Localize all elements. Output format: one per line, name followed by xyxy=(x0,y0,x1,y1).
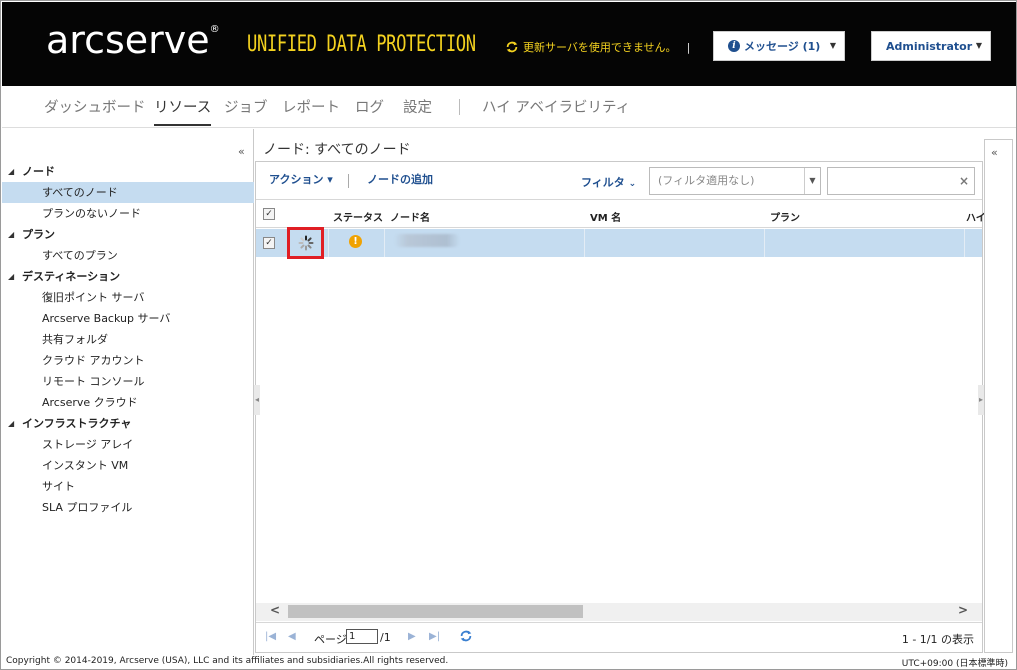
tree-item-sla-profile[interactable]: SLA プロファイル xyxy=(2,497,254,518)
tab-logs[interactable]: ログ xyxy=(355,96,384,126)
tab-resources[interactable]: リソース xyxy=(154,96,212,126)
add-node-button[interactable]: ノードの追加 xyxy=(367,171,433,187)
tree-item-all-plans[interactable]: すべてのプラン xyxy=(2,245,254,266)
column-status[interactable]: ステータス xyxy=(333,209,383,224)
expand-triangle-icon: ◢ xyxy=(8,419,15,428)
row-checkbox[interactable]: ✓ xyxy=(263,237,275,249)
page-total: /1 xyxy=(380,631,391,644)
collapse-left-icon[interactable]: « xyxy=(238,145,245,158)
page-info: 1 - 1/1 の表示 xyxy=(901,633,974,646)
tab-high-availability[interactable]: ハイ アベイラビリティ xyxy=(482,96,630,126)
copyright-text: Copyright © 2014-2019, Arcserve (USA), L… xyxy=(6,656,449,666)
main-nav: ダッシュボード リソース ジョブ レポート ログ 設定 ハイ アベイラビリティ xyxy=(2,86,1016,128)
tab-settings[interactable]: 設定 xyxy=(403,96,432,126)
filter-select-value: (フィルタ適用なし) xyxy=(658,174,755,187)
admin-label: Administrator xyxy=(886,39,973,53)
sync-icon xyxy=(506,41,518,53)
scroll-right-icon[interactable]: > xyxy=(958,603,968,617)
tree-item-shared-folder[interactable]: 共有フォルダ xyxy=(2,329,254,350)
grid-header: ✓ ステータス ノード名 VM 名 プラン ハイ xyxy=(256,201,986,228)
tree-group-destinations[interactable]: ◢ デスティネーション xyxy=(2,266,254,287)
timezone-text: UTC+09:00 (日本標準時) xyxy=(901,659,1008,669)
chevron-down-icon[interactable]: ▼ xyxy=(804,168,820,194)
next-page-icon[interactable]: ▶ xyxy=(408,631,416,642)
info-icon: i xyxy=(728,40,740,52)
search-input[interactable]: × xyxy=(827,167,975,195)
horizontal-scrollbar[interactable]: < > xyxy=(256,603,982,621)
product-title: UNIFIED DATA PROTECTION xyxy=(247,32,476,57)
grid-toolbar: アクション ▾ ノードの追加 フィルタ ⌄ (フィルタ適用なし) ▼ × xyxy=(256,162,982,200)
filter-button[interactable]: フィルタ ⌄ xyxy=(581,174,636,190)
messages-label: メッセージ (1) xyxy=(744,40,821,53)
scroll-left-icon[interactable]: < xyxy=(270,603,280,617)
prev-page-icon[interactable]: ◀ xyxy=(288,631,296,642)
page-title: ノード: すべてのノード xyxy=(263,142,411,158)
tree-item-arcserve-cloud[interactable]: Arcserve クラウド xyxy=(2,392,254,413)
column-node-name[interactable]: ノード名 xyxy=(390,209,430,224)
page-label: ページ xyxy=(314,633,347,646)
tab-jobs[interactable]: ジョブ xyxy=(224,96,268,126)
header-separator: | xyxy=(686,40,691,54)
toolbar-divider xyxy=(348,174,349,188)
warning-status-icon[interactable]: ! xyxy=(349,235,362,248)
tree-item-cloud-account[interactable]: クラウド アカウント xyxy=(2,350,254,371)
right-collapsed-panel: « xyxy=(984,139,1013,653)
cell-divider xyxy=(964,229,965,257)
tab-reports[interactable]: レポート xyxy=(282,96,340,126)
tree-item-storage-array[interactable]: ストレージ アレイ xyxy=(2,434,254,455)
tree-item-remote-console[interactable]: リモート コンソール xyxy=(2,371,254,392)
redacted-node-name[interactable] xyxy=(394,234,460,247)
refresh-icon[interactable] xyxy=(459,629,473,643)
tree-group-nodes[interactable]: ◢ ノード xyxy=(2,161,254,182)
chevron-double-down-icon: ⌄ xyxy=(628,179,637,189)
tab-dashboard[interactable]: ダッシュボード xyxy=(44,96,146,126)
tree-item-rps[interactable]: 復旧ポイント サーバ xyxy=(2,287,254,308)
first-page-icon[interactable]: |◀ xyxy=(265,631,276,642)
messages-button[interactable]: i メッセージ (1) ▼ xyxy=(713,31,845,61)
cell-divider xyxy=(584,229,585,257)
cell-divider xyxy=(384,229,385,257)
update-status[interactable]: 更新サーバを使用できません。 | xyxy=(505,39,690,55)
loading-spinner-icon xyxy=(298,235,314,251)
table-row[interactable]: ✓ xyxy=(256,229,982,257)
scrollbar-thumb[interactable] xyxy=(288,605,583,618)
tree-item-nodes-without-plan[interactable]: プランのないノード xyxy=(2,203,254,224)
admin-menu-button[interactable]: Administrator ▼ xyxy=(871,31,991,61)
left-panel-handle[interactable]: ◂ xyxy=(254,385,260,415)
tree-group-infrastructure[interactable]: ◢ インフラストラクチャ xyxy=(2,413,254,434)
footer: Copyright © 2014-2019, Arcserve (USA), L… xyxy=(2,655,1016,669)
expand-triangle-icon: ◢ xyxy=(8,167,15,176)
column-plan[interactable]: プラン xyxy=(770,209,800,224)
column-high-availability[interactable]: ハイ xyxy=(966,209,986,224)
highlight-box xyxy=(287,227,324,259)
action-menu-button[interactable]: アクション ▾ xyxy=(269,171,333,187)
resource-tree: ◢ ノード すべてのノード プランのないノード ◢ プラン すべてのプラン ◢ デステ… xyxy=(2,161,254,518)
chevron-down-icon: ▼ xyxy=(829,41,836,50)
column-vm-name[interactable]: VM 名 xyxy=(590,209,621,224)
update-message: 更新サーバを使用できません。 xyxy=(523,41,677,54)
expand-triangle-icon: ◢ xyxy=(8,230,15,239)
node-grid-panel: アクション ▾ ノードの追加 フィルタ ⌄ (フィルタ適用なし) ▼ × ✓ ス… xyxy=(255,161,986,653)
select-all-checkbox[interactable]: ✓ xyxy=(263,208,275,220)
tree-item-site[interactable]: サイト xyxy=(2,476,254,497)
arcserve-logo: arcserve® xyxy=(46,18,220,62)
nav-divider xyxy=(459,99,460,115)
page-number-input[interactable]: 1 xyxy=(346,629,378,644)
cell-divider xyxy=(764,229,765,257)
last-page-icon[interactable]: ▶| xyxy=(429,631,440,642)
expand-triangle-icon: ◢ xyxy=(8,272,15,281)
filter-select[interactable]: (フィルタ適用なし) ▼ xyxy=(649,167,821,195)
tree-item-instant-vm[interactable]: インスタント VM xyxy=(2,455,254,476)
tree-item-all-nodes[interactable]: すべてのノード xyxy=(2,182,254,203)
top-header: arcserve® UNIFIED DATA PROTECTION 更新サーバを… xyxy=(2,2,1016,86)
app-window: arcserve® UNIFIED DATA PROTECTION 更新サーバを… xyxy=(0,0,1017,670)
chevron-down-icon: ▼ xyxy=(975,41,982,50)
expand-panel-icon[interactable]: « xyxy=(991,146,998,159)
tree-group-plans[interactable]: ◢ プラン xyxy=(2,224,254,245)
pagination-bar: |◀ ◀ ページ 1 /1 ▶ ▶| 1 - 1/1 の表示 xyxy=(256,622,982,652)
resource-sidebar: « ◢ ノード すべてのノード プランのないノード ◢ プラン すべてのプラン ◢ デ… xyxy=(2,129,254,655)
clear-icon[interactable]: × xyxy=(959,174,969,188)
tree-item-backup-server[interactable]: Arcserve Backup サーバ xyxy=(2,308,254,329)
cell-divider xyxy=(328,229,329,257)
